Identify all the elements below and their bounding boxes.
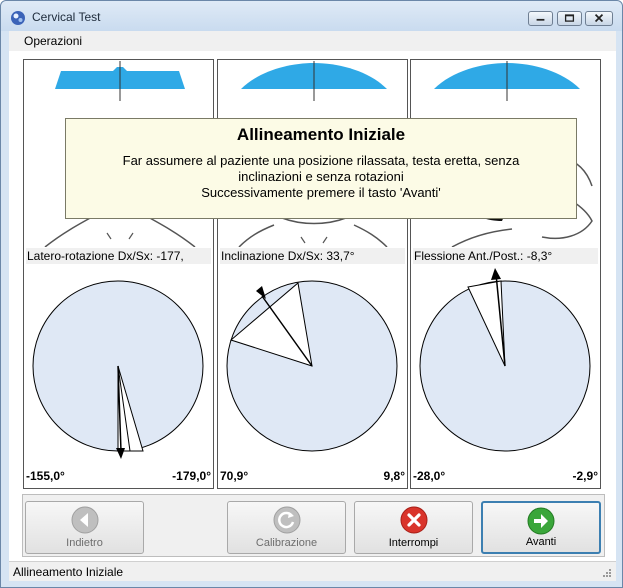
status-text: Allineamento Iniziale [13, 565, 124, 579]
max-value-flexion: -2,9° [572, 469, 598, 483]
maximize-icon [564, 14, 575, 22]
app-icon [11, 11, 25, 25]
min-value-flexion: -28,0° [413, 469, 446, 483]
max-value-inclination: 9,8° [383, 469, 405, 483]
minimize-icon [536, 18, 545, 21]
tooltip-line-1: Far assumere al paziente una posizione r… [122, 153, 520, 168]
tooltip-line-2: inclinazioni e senza rotazioni [238, 169, 404, 184]
menu-operazioni[interactable]: Operazioni [24, 34, 82, 48]
gauge-flexion [419, 268, 591, 452]
back-button-label: Indietro [66, 537, 103, 549]
calibrate-button[interactable]: Calibrazione [227, 501, 346, 554]
arrow-right-icon [527, 507, 555, 535]
max-value-lateral-rotation: -179,0° [172, 469, 211, 483]
min-value-inclination: 70,9° [220, 469, 249, 483]
readout-inclination: Inclinazione Dx/Sx: 33,7° [220, 248, 405, 264]
resize-grip-icon[interactable] [602, 568, 612, 578]
title-bar[interactable]: Cervical Test [1, 1, 622, 31]
back-button[interactable]: Indietro [25, 501, 144, 554]
x-circle-icon [400, 506, 427, 534]
menu-bar: Operazioni [9, 31, 616, 51]
gauge-inclination [226, 280, 398, 452]
min-value-lateral-rotation: -155,0° [26, 469, 65, 483]
next-button-label: Avanti [525, 536, 557, 548]
tooltip-body: Far assumere al paziente una posizione r… [66, 153, 576, 201]
client-area: Operazioni Latero-rotazione Dx/Sx: -177,… [9, 31, 616, 581]
refresh-icon [273, 506, 300, 534]
arrow-left-icon [71, 506, 98, 534]
stop-button[interactable]: Interrompi [354, 501, 473, 554]
action-bar: Indietro Calibrazione Interrompi Avanti [22, 494, 605, 557]
window-title: Cervical Test [32, 10, 101, 24]
maximize-button[interactable] [557, 11, 582, 26]
stop-button-label: Interrompi [388, 537, 439, 549]
instruction-tooltip: Allineamento Iniziale Far assumere al pa… [65, 118, 577, 219]
close-icon [594, 13, 604, 23]
minimize-button[interactable] [528, 11, 553, 26]
app-window: Cervical Test Operazioni Latero-rotazion… [0, 0, 623, 588]
status-bar: Allineamento Iniziale [9, 561, 616, 581]
calibrate-button-label: Calibrazione [255, 537, 318, 549]
tooltip-line-3: Successivamente premere il tasto 'Avanti… [201, 185, 441, 200]
close-button[interactable] [585, 11, 613, 26]
readout-flexion: Flessione Ant./Post.: -8,3° [413, 248, 598, 264]
readout-lateral-rotation: Latero-rotazione Dx/Sx: -177, [26, 248, 211, 264]
next-button[interactable]: Avanti [481, 501, 601, 554]
gauge-lateral-rotation [32, 280, 204, 459]
tooltip-title: Allineamento Iniziale [236, 125, 406, 144]
